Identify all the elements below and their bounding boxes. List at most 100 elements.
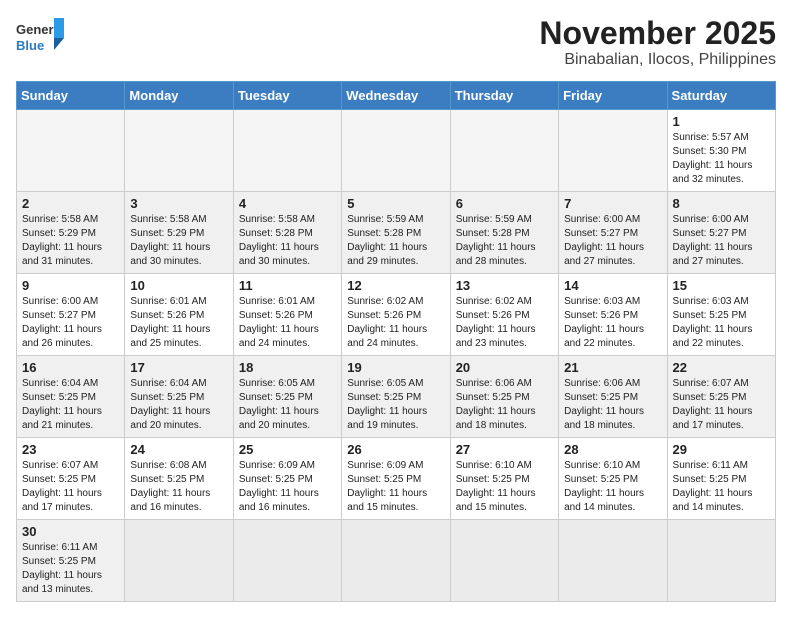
day-info: Sunrise: 6:07 AMSunset: 5:25 PMDaylight:… (673, 377, 770, 433)
day-info: Sunrise: 6:06 AMSunset: 5:25 PMDaylight:… (564, 377, 661, 433)
calendar-day-cell: 8 Sunrise: 6:00 AMSunset: 5:27 PMDaylight… (667, 192, 775, 274)
day-info: Sunrise: 6:05 AMSunset: 5:25 PMDaylight:… (239, 377, 336, 433)
location-title: Binabalian, Ilocos, Philippines (539, 51, 776, 69)
day-number: 27 (456, 442, 553, 457)
calendar-day-cell: 16 Sunrise: 6:04 AMSunset: 5:25 PMDayligh… (17, 356, 125, 438)
day-info: Sunrise: 6:04 AMSunset: 5:25 PMDaylight:… (130, 377, 227, 433)
weekday-header-wednesday: Wednesday (342, 82, 450, 110)
weekday-header-thursday: Thursday (450, 82, 558, 110)
day-info: Sunrise: 6:00 AMSunset: 5:27 PMDaylight:… (564, 213, 661, 269)
day-info: Sunrise: 5:58 AMSunset: 5:29 PMDaylight:… (22, 213, 119, 269)
day-number: 23 (22, 442, 119, 457)
calendar-day-cell: 20 Sunrise: 6:06 AMSunset: 5:25 PMDayligh… (450, 356, 558, 438)
day-info: Sunrise: 5:57 AMSunset: 5:30 PMDaylight:… (673, 131, 770, 187)
day-number: 5 (347, 196, 444, 211)
day-info: Sunrise: 6:00 AMSunset: 5:27 PMDaylight:… (22, 295, 119, 351)
calendar-week-row: 1 Sunrise: 5:57 AMSunset: 5:30 PMDaylight… (17, 110, 776, 192)
weekday-header-tuesday: Tuesday (233, 82, 341, 110)
day-number: 1 (673, 114, 770, 129)
calendar-day-cell (125, 520, 233, 602)
day-number: 16 (22, 360, 119, 375)
day-number: 25 (239, 442, 336, 457)
calendar-day-cell: 30 Sunrise: 6:11 AMSunset: 5:25 PMDayligh… (17, 520, 125, 602)
calendar-day-cell: 13 Sunrise: 6:02 AMSunset: 5:26 PMDayligh… (450, 274, 558, 356)
day-info: Sunrise: 5:58 AMSunset: 5:29 PMDaylight:… (130, 213, 227, 269)
day-number: 30 (22, 524, 119, 539)
day-info: Sunrise: 6:11 AMSunset: 5:25 PMDaylight:… (673, 459, 770, 515)
day-number: 13 (456, 278, 553, 293)
day-number: 3 (130, 196, 227, 211)
day-number: 9 (22, 278, 119, 293)
day-number: 20 (456, 360, 553, 375)
calendar-week-row: 16 Sunrise: 6:04 AMSunset: 5:25 PMDayligh… (17, 356, 776, 438)
day-info: Sunrise: 6:04 AMSunset: 5:25 PMDaylight:… (22, 377, 119, 433)
calendar-day-cell (559, 520, 667, 602)
calendar-day-cell (667, 520, 775, 602)
day-info: Sunrise: 6:05 AMSunset: 5:25 PMDaylight:… (347, 377, 444, 433)
calendar-week-row: 2 Sunrise: 5:58 AMSunset: 5:29 PMDaylight… (17, 192, 776, 274)
day-info: Sunrise: 6:09 AMSunset: 5:25 PMDaylight:… (239, 459, 336, 515)
calendar-day-cell (233, 520, 341, 602)
calendar-day-cell: 14Sunrise: 6:03 AMSunset: 5:26 PMDayligh… (559, 274, 667, 356)
calendar-day-cell: 24Sunrise: 6:08 AMSunset: 5:25 PMDayligh… (125, 438, 233, 520)
calendar-day-cell: 11 Sunrise: 6:01 AMSunset: 5:26 PMDayligh… (233, 274, 341, 356)
day-number: 11 (239, 278, 336, 293)
calendar-day-cell (342, 110, 450, 192)
day-number: 8 (673, 196, 770, 211)
day-number: 28 (564, 442, 661, 457)
day-info: Sunrise: 5:59 AMSunset: 5:28 PMDaylight:… (347, 213, 444, 269)
calendar-day-cell (233, 110, 341, 192)
calendar-day-cell: 15 Sunrise: 6:03 AMSunset: 5:25 PMDayligh… (667, 274, 775, 356)
calendar-day-cell: 10Sunrise: 6:01 AMSunset: 5:26 PMDayligh… (125, 274, 233, 356)
calendar-day-cell: 4Sunrise: 5:58 AMSunset: 5:28 PMDaylight… (233, 192, 341, 274)
calendar-day-cell: 29 Sunrise: 6:11 AMSunset: 5:25 PMDayligh… (667, 438, 775, 520)
day-info: Sunrise: 6:02 AMSunset: 5:26 PMDaylight:… (456, 295, 553, 351)
day-info: Sunrise: 6:03 AMSunset: 5:25 PMDaylight:… (673, 295, 770, 351)
calendar-day-cell: 17 Sunrise: 6:04 AMSunset: 5:25 PMDayligh… (125, 356, 233, 438)
calendar-day-cell: 28 Sunrise: 6:10 AMSunset: 5:25 PMDayligh… (559, 438, 667, 520)
day-number: 29 (673, 442, 770, 457)
calendar-day-cell: 27 Sunrise: 6:10 AMSunset: 5:25 PMDayligh… (450, 438, 558, 520)
day-info: Sunrise: 6:00 AMSunset: 5:27 PMDaylight:… (673, 213, 770, 269)
calendar-day-cell: 9 Sunrise: 6:00 AMSunset: 5:27 PMDaylight… (17, 274, 125, 356)
day-number: 4 (239, 196, 336, 211)
day-number: 15 (673, 278, 770, 293)
calendar-day-cell (450, 110, 558, 192)
weekday-header-monday: Monday (125, 82, 233, 110)
day-number: 12 (347, 278, 444, 293)
day-info: Sunrise: 6:11 AMSunset: 5:25 PMDaylight:… (22, 541, 119, 597)
day-number: 2 (22, 196, 119, 211)
calendar-day-cell: 23 Sunrise: 6:07 AMSunset: 5:25 PMDayligh… (17, 438, 125, 520)
weekday-header-saturday: Saturday (667, 82, 775, 110)
calendar-week-row: 9 Sunrise: 6:00 AMSunset: 5:27 PMDaylight… (17, 274, 776, 356)
day-info: Sunrise: 6:06 AMSunset: 5:25 PMDaylight:… (456, 377, 553, 433)
calendar-day-cell: 22 Sunrise: 6:07 AMSunset: 5:25 PMDayligh… (667, 356, 775, 438)
weekday-header-friday: Friday (559, 82, 667, 110)
weekday-header-row: SundayMondayTuesdayWednesdayThursdayFrid… (17, 82, 776, 110)
calendar-table: SundayMondayTuesdayWednesdayThursdayFrid… (16, 81, 776, 602)
day-number: 10 (130, 278, 227, 293)
day-info: Sunrise: 6:10 AMSunset: 5:25 PMDaylight:… (564, 459, 661, 515)
calendar-day-cell: 26Sunrise: 6:09 AMSunset: 5:25 PMDayligh… (342, 438, 450, 520)
day-info: Sunrise: 6:07 AMSunset: 5:25 PMDaylight:… (22, 459, 119, 515)
day-number: 19 (347, 360, 444, 375)
day-info: Sunrise: 6:02 AMSunset: 5:26 PMDaylight:… (347, 295, 444, 351)
calendar-day-cell: 12 Sunrise: 6:02 AMSunset: 5:26 PMDayligh… (342, 274, 450, 356)
calendar-day-cell (559, 110, 667, 192)
day-info: Sunrise: 6:08 AMSunset: 5:25 PMDaylight:… (130, 459, 227, 515)
calendar-week-row: 30 Sunrise: 6:11 AMSunset: 5:25 PMDayligh… (17, 520, 776, 602)
day-info: Sunrise: 6:10 AMSunset: 5:25 PMDaylight:… (456, 459, 553, 515)
day-info: Sunrise: 6:03 AMSunset: 5:26 PMDaylight:… (564, 295, 661, 351)
day-info: Sunrise: 5:59 AMSunset: 5:28 PMDaylight:… (456, 213, 553, 269)
day-number: 6 (456, 196, 553, 211)
calendar-week-row: 23 Sunrise: 6:07 AMSunset: 5:25 PMDayligh… (17, 438, 776, 520)
day-number: 26 (347, 442, 444, 457)
logo-svg: General Blue (16, 16, 66, 60)
day-number: 22 (673, 360, 770, 375)
calendar-day-cell: 3 Sunrise: 5:58 AMSunset: 5:29 PMDaylight… (125, 192, 233, 274)
day-number: 21 (564, 360, 661, 375)
day-info: Sunrise: 6:01 AMSunset: 5:26 PMDaylight:… (239, 295, 336, 351)
calendar-day-cell: 25 Sunrise: 6:09 AMSunset: 5:25 PMDayligh… (233, 438, 341, 520)
day-number: 17 (130, 360, 227, 375)
calendar-day-cell (450, 520, 558, 602)
